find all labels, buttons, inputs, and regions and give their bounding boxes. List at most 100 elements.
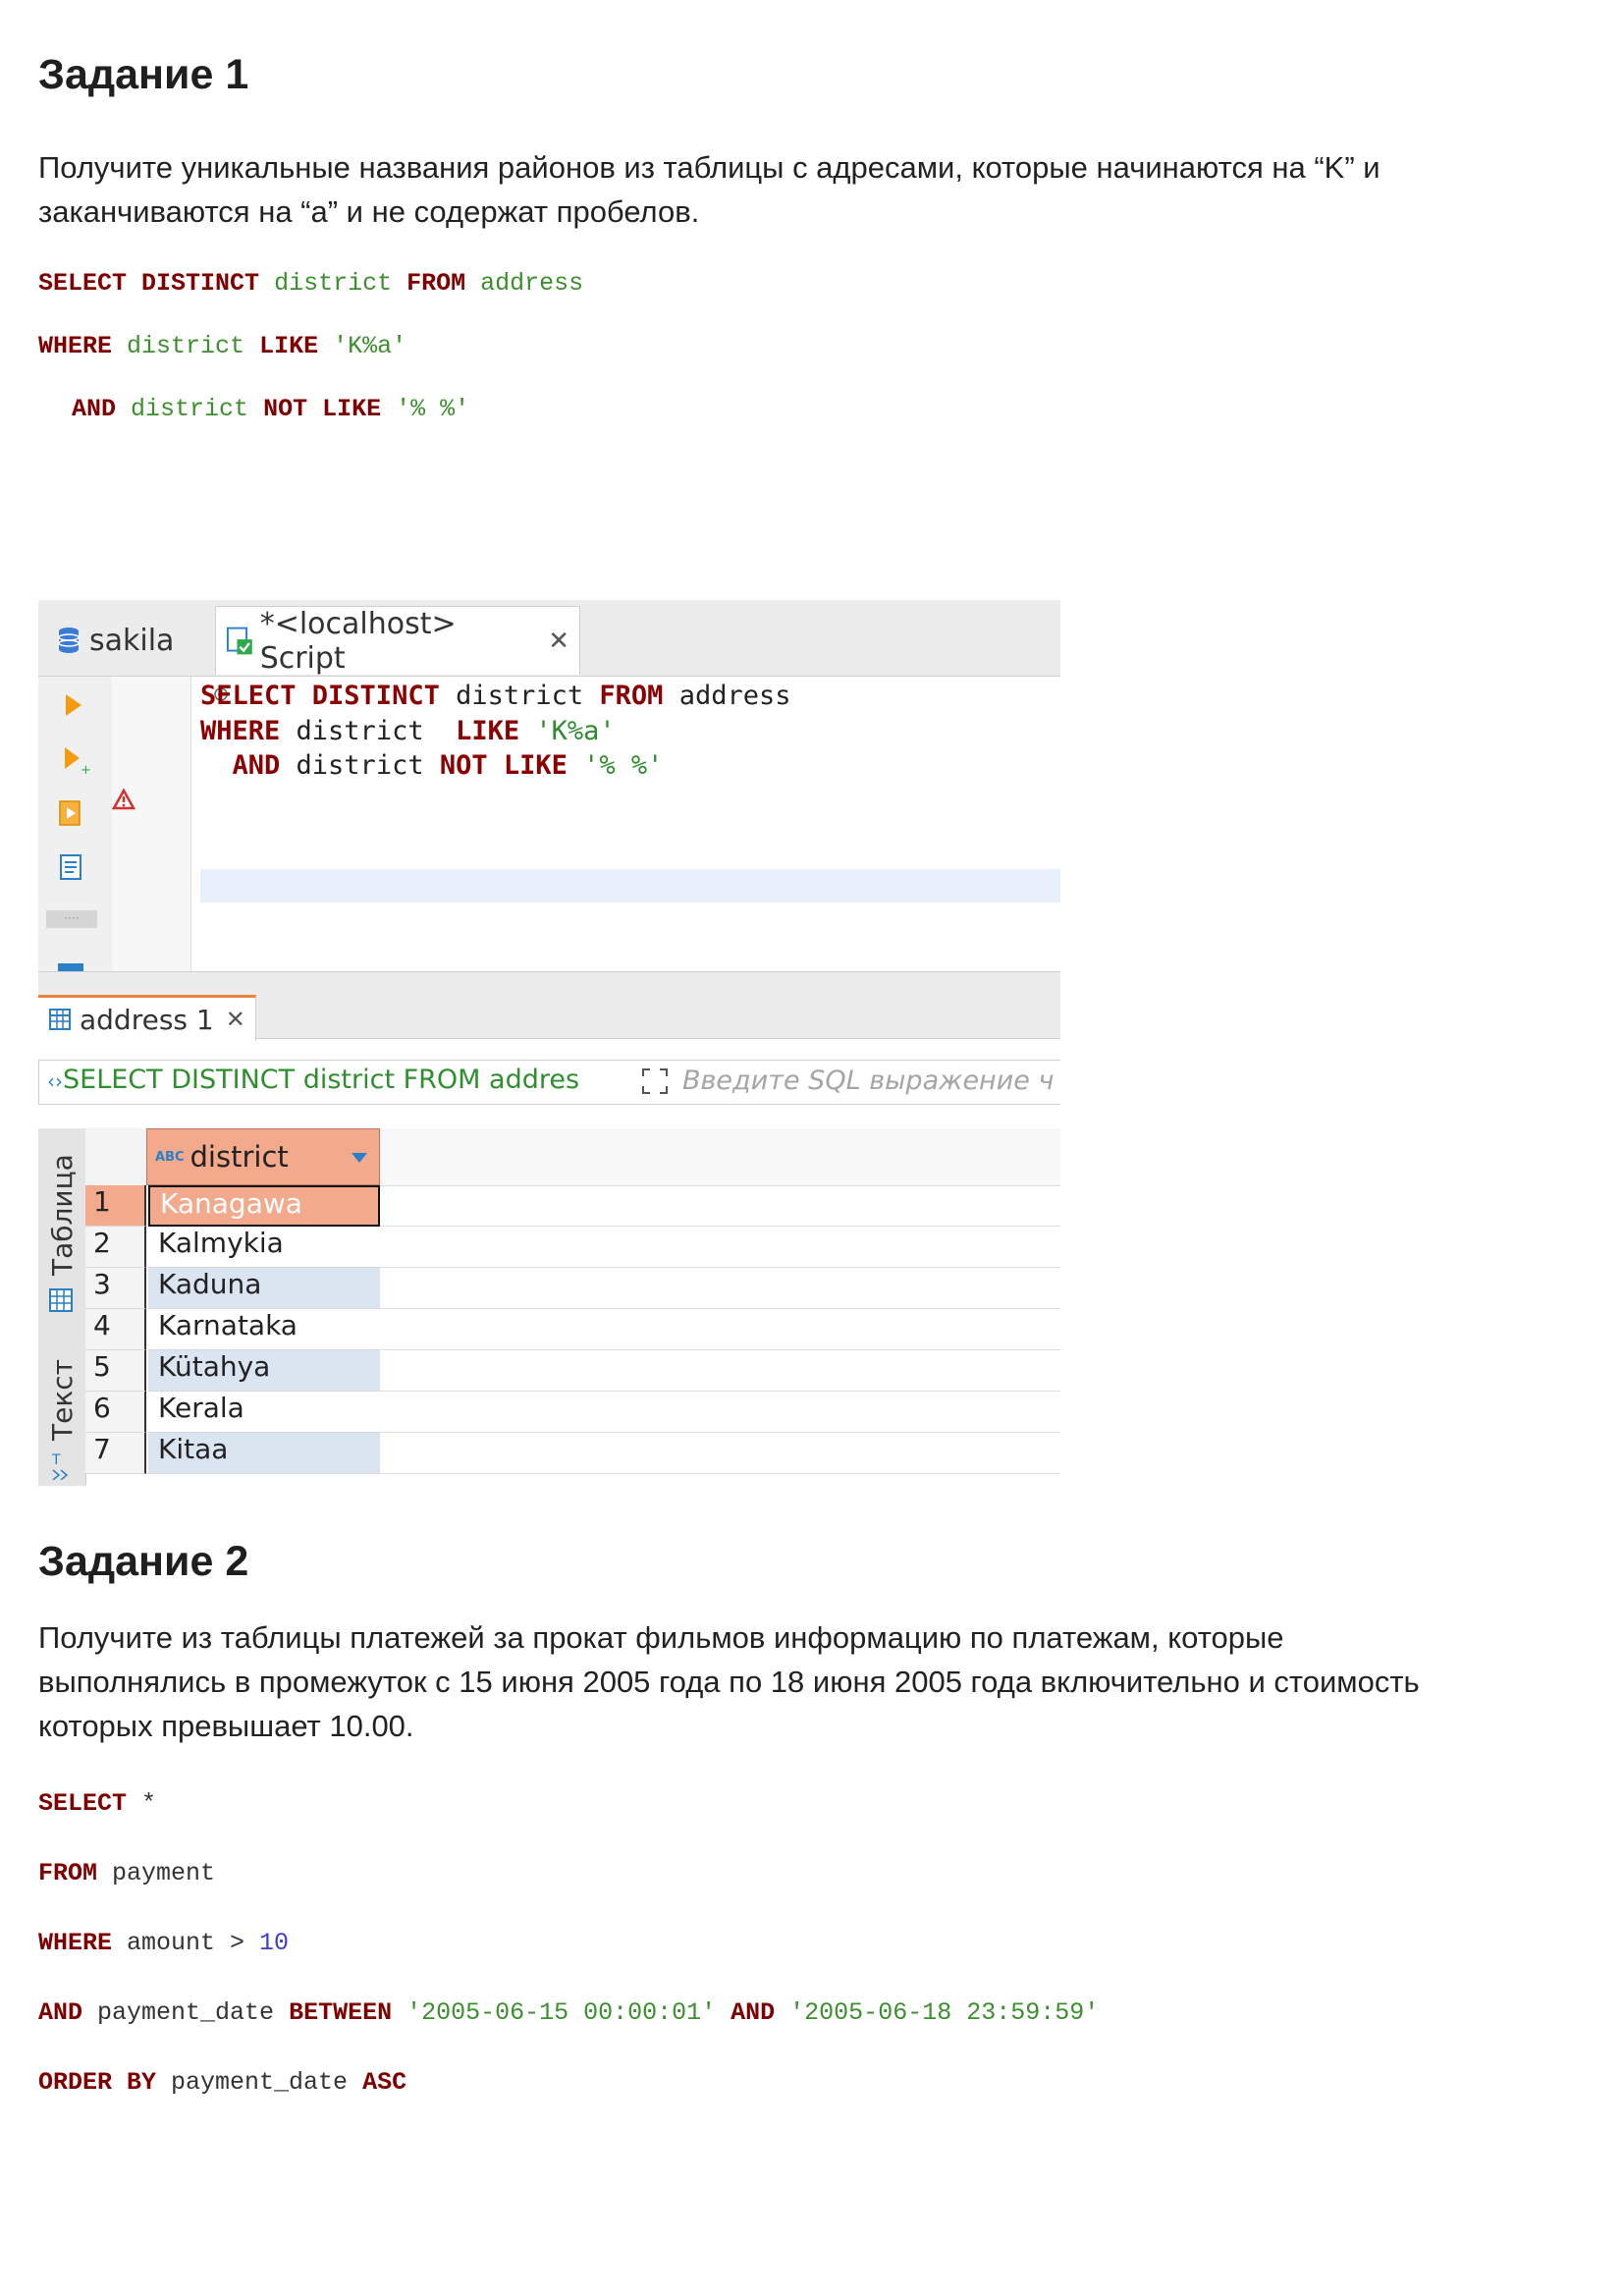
tab-table-view[interactable]: Таблица xyxy=(46,1154,79,1276)
editor-ruler xyxy=(112,677,228,971)
code-keyword: FROM xyxy=(406,269,466,298)
district-cell[interactable]: Kalmykia xyxy=(148,1227,380,1268)
column-header-label: district xyxy=(189,1140,289,1174)
tab-address-1[interactable]: address 1 ✕ xyxy=(38,995,256,1041)
execute-new-tab-icon[interactable]: + xyxy=(62,745,91,775)
tab-sakila[interactable]: sakila xyxy=(44,606,186,675)
svg-text:T: T xyxy=(51,1452,61,1468)
district-cell[interactable]: Kitaa xyxy=(148,1433,380,1474)
code-keyword: NOT LIKE xyxy=(439,750,568,781)
code-string: '2005-06-18 23:59:59' xyxy=(775,1998,1100,2027)
result-view-switcher: Таблица Текст T xyxy=(38,1128,86,1486)
filter-placeholder[interactable]: Введите SQL выражение ч xyxy=(682,1066,1054,1096)
code-identifier: district xyxy=(127,332,245,360)
row-number[interactable]: 2 xyxy=(85,1227,146,1268)
task1-description-line2: заканчиваются на “a” и не содержат пробе… xyxy=(38,194,700,229)
tab-text-view[interactable]: Текст xyxy=(46,1359,79,1441)
task2-code-line3: WHERE amount > 10 xyxy=(38,1929,289,1958)
row-divider xyxy=(380,1349,1060,1350)
code-keyword: LIKE xyxy=(259,332,319,360)
grid-corner xyxy=(85,1128,146,1186)
district-cell[interactable]: Kanagawa xyxy=(148,1185,380,1227)
code-text: address xyxy=(663,681,791,711)
grid-icon xyxy=(49,1288,73,1312)
editor-tab-bar: sakila *<localhost> Script ✕ xyxy=(38,600,1060,677)
tab-script[interactable]: *<localhost> Script ✕ xyxy=(215,606,580,676)
task1-heading: Задание 1 xyxy=(38,51,249,98)
editor-toolbar: + ···· xyxy=(38,677,112,971)
sql-text-icon: ‹› xyxy=(47,1069,63,1093)
close-icon[interactable]: ✕ xyxy=(548,627,569,656)
code-string: 'K%a' xyxy=(519,716,616,746)
task2-heading: Задание 2 xyxy=(38,1538,249,1585)
dbeaver-screenshot: sakila *<localhost> Script ✕ + ···· SELE… xyxy=(38,600,1060,1486)
close-icon[interactable]: ✕ xyxy=(226,1006,245,1033)
column-header-district[interactable]: ABC district xyxy=(146,1128,380,1185)
expand-icon[interactable] xyxy=(640,1066,670,1096)
task1-code-line2: WHERE district LIKE 'K%a' xyxy=(38,332,406,361)
code-identifier: district xyxy=(131,395,249,423)
filter-query-text: SELECT DISTINCT district FROM addres xyxy=(63,1065,580,1095)
row-number[interactable]: 1 xyxy=(85,1185,146,1227)
task2-code-line5: ORDER BY payment_date ASC xyxy=(38,2068,406,2098)
row-number[interactable]: 6 xyxy=(85,1392,146,1433)
code-string: '% %' xyxy=(567,750,664,781)
editor-line-3: AND district NOT LIKE '% %' xyxy=(200,750,664,781)
task1-code-line3: AND district NOT LIKE '% %' xyxy=(72,395,469,424)
code-text: district xyxy=(280,716,457,746)
row-number[interactable]: 4 xyxy=(85,1309,146,1350)
code-keyword: WHERE xyxy=(38,332,113,360)
row-divider xyxy=(380,1473,1060,1474)
district-cell[interactable]: Karnataka xyxy=(148,1309,380,1350)
district-cell[interactable]: Kaduna xyxy=(148,1268,380,1309)
execute-script-icon[interactable] xyxy=(58,798,85,828)
result-tab-bar: address 1 ✕ xyxy=(38,995,1060,1041)
panel-icon[interactable] xyxy=(56,961,85,971)
code-keyword: FROM xyxy=(38,1859,98,1887)
code-text: payment_date xyxy=(156,2068,363,2097)
explain-plan-icon[interactable] xyxy=(58,853,85,883)
code-text: payment xyxy=(97,1859,216,1887)
code-keyword: AND xyxy=(200,750,281,781)
editor-line-2: WHERE district LIKE 'K%a' xyxy=(200,716,616,746)
task2-description-line1: Получите из таблицы платежей за прокат ф… xyxy=(38,1620,1284,1655)
panel-splitter[interactable] xyxy=(38,971,1060,996)
code-keyword: AND xyxy=(72,395,117,423)
filter-query[interactable]: ‹›SELECT DISTINCT district FROM addres xyxy=(47,1065,579,1095)
row-divider xyxy=(380,1267,1060,1268)
tab-label: address 1 xyxy=(80,1003,214,1036)
row-number[interactable]: 5 xyxy=(85,1350,146,1392)
code-keyword: FROM xyxy=(599,681,664,711)
tab-label: sakila xyxy=(89,623,175,658)
sql-editor[interactable]: + ···· SELECT DISTINCT district FROM add… xyxy=(38,677,1060,971)
district-cell[interactable]: Kerala xyxy=(148,1392,380,1433)
district-cell[interactable]: Kütahya xyxy=(148,1350,380,1392)
execute-icon[interactable] xyxy=(62,692,85,718)
code-keyword: AND xyxy=(731,1998,776,2027)
sort-arrow-icon[interactable] xyxy=(350,1151,369,1165)
code-text: payment_date xyxy=(82,1998,290,2027)
code-string: 'K%a' xyxy=(333,332,407,360)
task2-code-line1: SELECT * xyxy=(38,1789,156,1819)
task2-code-line2: FROM payment xyxy=(38,1859,215,1888)
code-keyword: LIKE xyxy=(456,716,520,746)
code-keyword: WHERE xyxy=(38,1929,113,1957)
toolbar-more-icon[interactable]: ···· xyxy=(46,910,97,928)
code-keyword: SELECT DISTINCT xyxy=(38,269,260,298)
row-number[interactable]: 3 xyxy=(85,1268,146,1309)
row-number[interactable]: 7 xyxy=(85,1433,146,1474)
code-keyword: AND xyxy=(38,1998,83,2027)
editor-line-1: SELECT DISTINCT district FROM address xyxy=(200,681,790,711)
task1-description-line1: Получите уникальные названия районов из … xyxy=(38,150,1380,185)
code-text: district xyxy=(439,681,600,711)
code-string: '2005-06-15 00:00:01' xyxy=(392,1998,731,2027)
code-keyword: WHERE xyxy=(200,716,281,746)
code-keyword: SELECT DISTINCT xyxy=(200,681,440,711)
filter-bar[interactable]: ‹›SELECT DISTINCT district FROM addres В… xyxy=(38,1060,1060,1105)
code-keyword: BETWEEN xyxy=(289,1998,393,2027)
task2-description-line2: выполнялись в промежуток с 15 июня 2005 … xyxy=(38,1665,1420,1699)
code-keyword: ORDER BY xyxy=(38,2068,157,2097)
text-view-icon: T xyxy=(51,1452,69,1480)
code-identifier: district xyxy=(274,269,393,298)
task2-description: Получите из таблицы платежей за прокат ф… xyxy=(38,1615,1570,1748)
